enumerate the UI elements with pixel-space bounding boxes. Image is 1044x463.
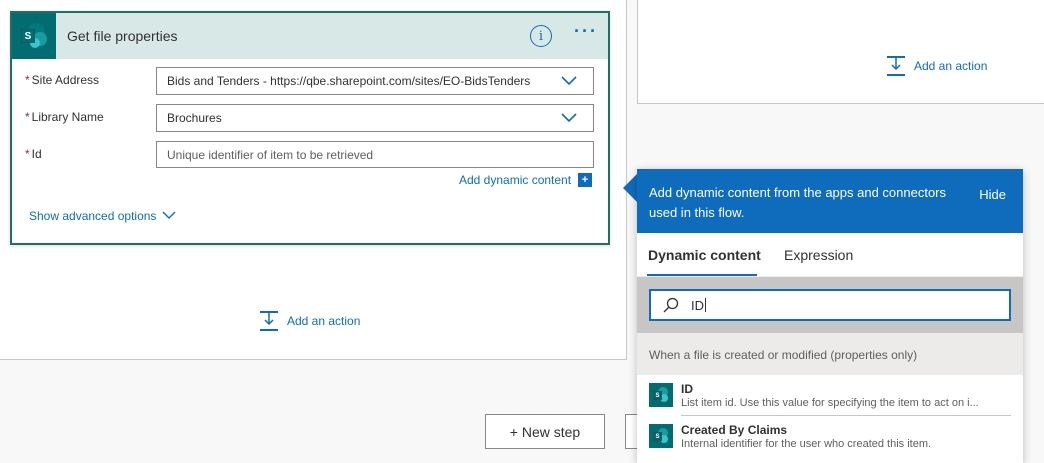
hide-button[interactable]: Hide	[979, 185, 1006, 205]
sharepoint-icon: S	[12, 13, 56, 59]
add-action-icon	[260, 311, 278, 331]
search-value: ID	[691, 297, 704, 313]
chevron-down-icon	[561, 76, 577, 86]
panel-header-text: Add dynamic content from the apps and co…	[649, 185, 947, 220]
active-tab-indicator	[647, 274, 757, 276]
tab-dynamic-content[interactable]: Dynamic content	[648, 247, 761, 263]
add-action-icon	[887, 56, 905, 76]
required-marker: *	[25, 110, 30, 124]
search-area: ID	[637, 277, 1023, 333]
dynamic-content-panel: Add dynamic content from the apps and co…	[637, 169, 1023, 463]
chevron-down-icon	[561, 113, 577, 123]
info-icon[interactable]: i	[530, 25, 552, 47]
new-step-button[interactable]: + New step	[485, 414, 605, 449]
add-action-label: Add an action	[287, 314, 361, 328]
sharepoint-icon: S	[649, 424, 673, 448]
card-title: Get file properties	[67, 28, 178, 44]
library-name-label: * Library Name	[25, 110, 104, 124]
search-icon	[663, 297, 679, 313]
site-address-label: * Site Address	[25, 73, 100, 87]
required-marker: *	[25, 147, 30, 161]
site-address-dropdown[interactable]: Bids and Tenders - https://qbe.sharepoin…	[156, 67, 594, 95]
panel-pointer	[623, 174, 637, 202]
text-cursor	[705, 298, 706, 312]
more-options-icon[interactable]: ···	[574, 21, 598, 42]
search-input[interactable]: ID	[649, 289, 1011, 321]
scope-right-container: Add an action	[637, 0, 1044, 104]
add-action-button[interactable]: Add an action	[259, 311, 360, 331]
add-action-button[interactable]: Add an action	[886, 56, 987, 76]
item-name: Created By Claims	[681, 423, 788, 437]
show-advanced-options-link[interactable]: Show advanced options	[29, 209, 156, 223]
id-input[interactable]: Unique identifier of item to be retrieve…	[156, 141, 594, 168]
group-header[interactable]: When a file is created or modified (prop…	[637, 333, 1023, 375]
add-dynamic-content-icon[interactable]: +	[578, 173, 592, 187]
scope-left-container: S Get file properties i ··· * Site Addres…	[0, 0, 627, 360]
sharepoint-icon: S	[649, 383, 673, 407]
panel-header: Add dynamic content from the apps and co…	[637, 169, 1023, 233]
list-item[interactable]: S ID List item id. Use this value for sp…	[637, 375, 1023, 415]
id-label: * Id	[25, 147, 42, 161]
item-description: List item id. Use this value for specify…	[681, 397, 979, 409]
tab-expression[interactable]: Expression	[784, 247, 853, 263]
chevron-down-icon[interactable]	[162, 210, 176, 220]
required-marker: *	[25, 73, 30, 87]
add-dynamic-content-link[interactable]: Add dynamic content	[459, 173, 571, 187]
panel-tabs: Dynamic content Expression	[637, 233, 1023, 277]
item-name: ID	[681, 382, 693, 396]
item-description: Internal identifier for the user who cre…	[681, 438, 932, 450]
add-action-label: Add an action	[914, 59, 988, 73]
library-name-dropdown[interactable]: Brochures	[156, 104, 594, 132]
get-file-properties-card[interactable]: S Get file properties i ··· * Site Addres…	[10, 11, 610, 245]
list-item[interactable]: S Created By Claims Internal identifier …	[637, 416, 1023, 456]
card-header[interactable]: S Get file properties i ···	[12, 13, 608, 59]
